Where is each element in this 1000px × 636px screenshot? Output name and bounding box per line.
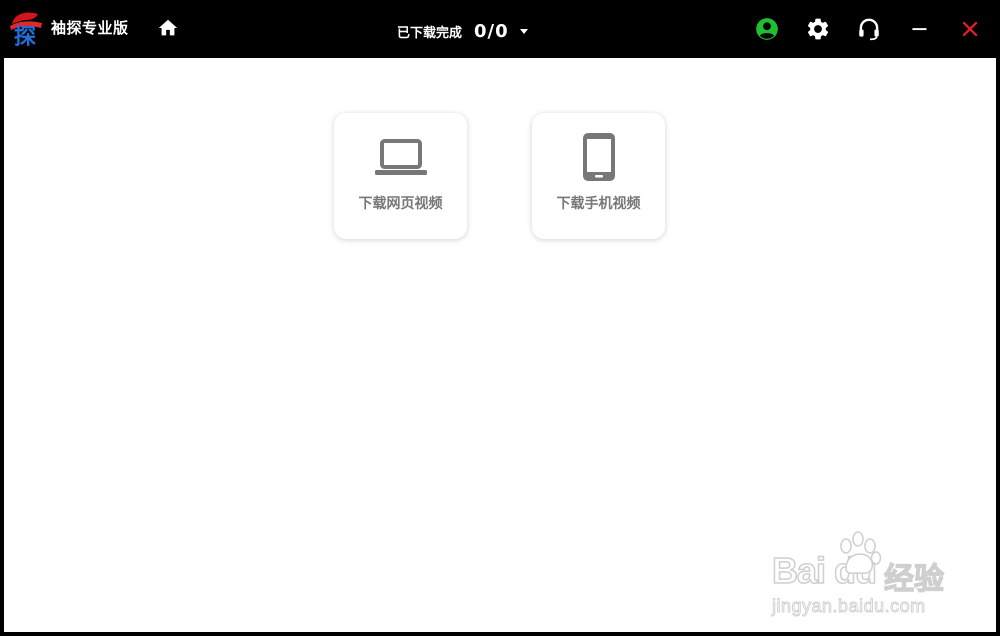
caret-down-icon	[519, 29, 528, 34]
smartphone-icon	[582, 133, 615, 181]
home-button[interactable]	[157, 17, 179, 39]
support-button[interactable]	[856, 16, 882, 42]
title-bar: 探 袖探专业版 已下载完成 0/0	[0, 0, 1000, 58]
gear-icon	[807, 18, 829, 40]
home-icon	[158, 19, 178, 36]
app-title: 袖探专业版	[51, 19, 129, 37]
user-account-button[interactable]	[754, 16, 780, 42]
main-content: 下载网页视频 下载手机视频 Bai du 经验 jingyan.baidu.co…	[4, 58, 996, 632]
download-status-dropdown[interactable]: 已下载完成 0/0	[397, 18, 529, 44]
download-phone-video-card[interactable]: 下载手机视频	[532, 113, 665, 239]
minimize-icon	[912, 28, 927, 31]
download-count: 0/0	[474, 20, 509, 42]
user-circle-icon	[756, 18, 778, 40]
download-phone-video-label: 下载手机视频	[556, 196, 641, 212]
minimize-button[interactable]	[907, 16, 933, 42]
baidu-jingyan-watermark: Bai du 经验 jingyan.baidu.com	[766, 528, 966, 618]
watermark-url: jingyan.baidu.com	[772, 596, 926, 617]
close-icon	[962, 21, 978, 37]
download-status-label: 已下载完成	[397, 25, 463, 41]
download-web-video-card[interactable]: 下载网页视频	[334, 113, 467, 239]
download-web-video-label: 下载网页视频	[358, 196, 443, 212]
headset-icon	[859, 18, 879, 41]
paw-icon	[840, 531, 882, 575]
close-button[interactable]	[957, 16, 983, 42]
laptop-icon	[374, 139, 427, 175]
app-logo: 探	[8, 10, 44, 50]
settings-button[interactable]	[805, 16, 831, 42]
svg-text:探: 探	[14, 24, 36, 48]
watermark-cn: 经验	[883, 561, 944, 597]
